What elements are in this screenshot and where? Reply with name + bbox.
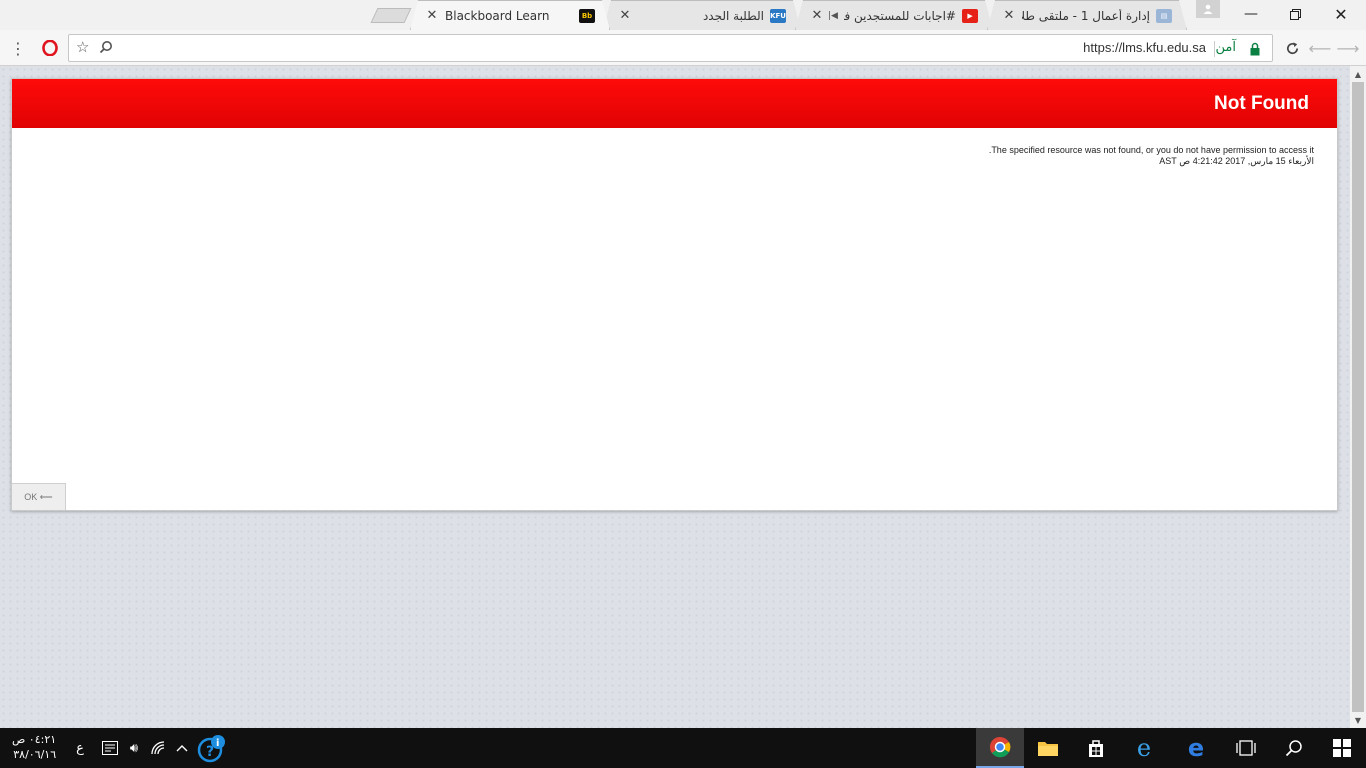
tab-title: إدارة أعمال 1 - ملتقى طلا — [1022, 8, 1150, 23]
system-clock[interactable]: ٠٤:٢١ ص ٣٨/٠٦/١٦ — [12, 732, 56, 762]
edge-icon[interactable]: e — [1172, 728, 1220, 768]
clock-time: ٠٤:٢١ ص — [12, 733, 57, 746]
scrollbar-thumb[interactable] — [1352, 82, 1364, 712]
tab-title: #اجابات للمستجدين في — [843, 8, 956, 23]
error-message-block: .The specified resource was not found, o… — [989, 145, 1314, 167]
back-arrow-icon[interactable]: ⟵ — [1308, 36, 1332, 60]
error-message: .The specified resource was not found, o… — [988, 145, 1314, 155]
scroll-down-icon[interactable]: ▼ — [1350, 712, 1366, 728]
close-icon[interactable]: ✕ — [1002, 8, 1016, 23]
page-title: Not Found — [1214, 92, 1309, 114]
start-icon[interactable] — [1318, 728, 1366, 768]
clock-date: ٣٨/٠٦/١٦ — [13, 748, 57, 761]
file-explorer-icon[interactable] — [1024, 728, 1072, 768]
menu-icon[interactable]: ⋮ — [6, 36, 30, 60]
tab-title: Blackboard Learn — [445, 8, 550, 23]
tab-strip: Bb Blackboard Learn ✕ KFU الطلبة الجدد ✕… — [0, 0, 1366, 30]
tab-blackboard[interactable]: Bb Blackboard Learn ✕ — [410, 0, 610, 30]
audio-playing-icon[interactable]: ◀︎| — [828, 11, 838, 21]
scroll-up-icon[interactable]: ▲ — [1350, 66, 1366, 82]
opera-logo-icon[interactable] — [38, 36, 62, 60]
bookmark-star-icon[interactable]: ☆ — [76, 38, 89, 56]
kfu-favicon-icon: KFU — [770, 9, 786, 23]
browser-toolbar: ⋮ ☆ https://lms.kfu.edu.sa آمن ⟵ ⟶ — [0, 30, 1366, 66]
close-icon[interactable]: ✕ — [810, 8, 824, 23]
ok-button[interactable]: OK ⟵ — [12, 483, 66, 510]
address-bar[interactable]: ☆ https://lms.kfu.edu.sa آمن — [68, 34, 1273, 62]
tab-youtube[interactable]: ▶ #اجابات للمستجدين في ◀︎| ✕ — [795, 0, 993, 30]
close-icon[interactable]: ✕ — [425, 8, 439, 23]
youtube-icon: ▶ — [962, 9, 978, 23]
tab-new-students[interactable]: KFU الطلبة الجدد ✕ — [603, 0, 801, 30]
lock-icon[interactable] — [1250, 41, 1260, 56]
tab-forum[interactable]: ▤ إدارة أعمال 1 - ملتقى طلا ✕ — [987, 0, 1187, 30]
blackboard-favicon-icon: Bb — [579, 9, 595, 23]
page-background: Not Found .The specified resource was no… — [0, 66, 1350, 728]
language-indicator[interactable]: ع — [72, 738, 88, 758]
svg-text:i: i — [216, 738, 219, 749]
search-icon[interactable] — [1270, 728, 1318, 768]
windows-taskbar: ٠٤:٢١ ص ٣٨/٠٦/١٦ ع 🔊︎ ? i e e — [0, 728, 1366, 768]
wifi-icon[interactable] — [150, 738, 168, 758]
profile-icon[interactable] — [1196, 0, 1220, 18]
volume-icon[interactable]: 🔊︎ — [124, 738, 144, 758]
restore-button[interactable] — [1272, 0, 1318, 28]
reload-icon[interactable] — [1280, 36, 1304, 60]
timestamp: الأربعاء 15 مارس, 2017 4:21:42 ص AST — [1159, 156, 1314, 166]
search-icon[interactable] — [99, 39, 113, 58]
notifications-icon[interactable] — [101, 738, 119, 758]
url-text: https://lms.kfu.edu.sa — [1083, 40, 1206, 55]
error-panel: Not Found .The specified resource was no… — [11, 78, 1338, 511]
close-window-button[interactable]: ✕ — [1318, 0, 1364, 28]
tab-title: الطلبة الجدد — [702, 8, 764, 23]
chrome-icon[interactable] — [976, 728, 1024, 768]
store-icon[interactable] — [1072, 728, 1120, 768]
new-tab-button[interactable] — [370, 8, 412, 23]
chevron-up-icon[interactable] — [174, 738, 190, 758]
vertical-scrollbar[interactable]: ▲ ▼ — [1350, 66, 1366, 728]
ie-icon[interactable]: e — [1120, 728, 1168, 768]
minimize-button[interactable]: — — [1228, 0, 1274, 28]
doc-icon: ▤ — [1156, 9, 1172, 23]
forward-arrow-icon[interactable]: ⟶ — [1336, 36, 1360, 60]
panel-header: Not Found — [12, 79, 1337, 128]
close-icon[interactable]: ✕ — [618, 8, 632, 23]
task-view-icon[interactable] — [1222, 728, 1270, 768]
secure-label: آمن — [1215, 40, 1236, 55]
info-icon[interactable]: ? i — [196, 733, 228, 763]
